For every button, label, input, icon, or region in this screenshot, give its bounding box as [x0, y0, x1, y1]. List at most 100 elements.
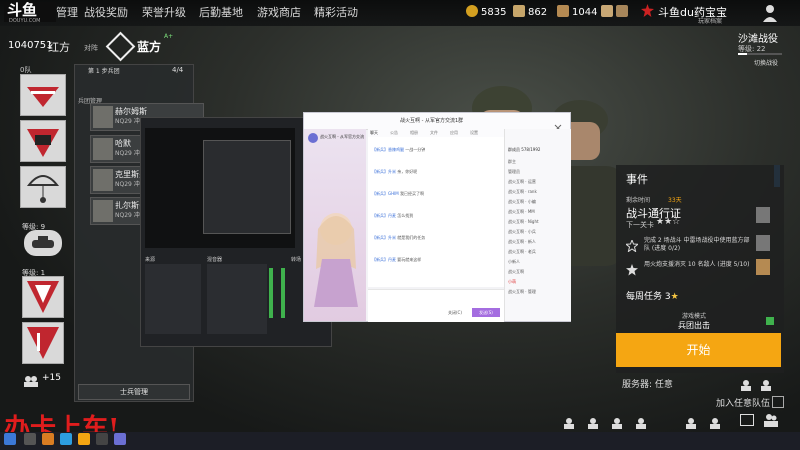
member-list[interactable]: 群成员 578/1992 群主 管理员 战火互啊 · 运营 战火互啊 · ran…: [504, 129, 571, 321]
player-profile-tag[interactable]: 玩家档案: [698, 16, 722, 25]
chat-title: 战火互啊 - 从军官方交流1群: [400, 118, 464, 124]
member-item[interactable]: 战火互啊 · Night: [508, 219, 539, 225]
squad-slot-4[interactable]: [22, 276, 64, 318]
chat-message: 【新兵】升米 就是我们的任务: [372, 235, 426, 240]
member-item[interactable]: 管理员: [508, 169, 520, 175]
obs-panel-mixer: 混音器: [207, 257, 223, 263]
taskbar-app-icon[interactable]: [42, 433, 54, 445]
task-text: 完成 2 场战斗 中雷场战役中使用蓝方部队 (进度 0/2): [644, 237, 750, 252]
member-item[interactable]: 战火互啊 · MM: [508, 209, 535, 215]
taskbar-app-icon[interactable]: [114, 433, 126, 445]
group-list-name[interactable]: 战火互啊 - 从军官方交流群: [320, 134, 364, 140]
obs-scenes-list[interactable]: [207, 264, 267, 334]
soldier-manage-button[interactable]: 士兵管理: [78, 384, 190, 400]
invite-friends-icon[interactable]: [740, 376, 780, 391]
nav-logistics-base[interactable]: 后勤基地: [199, 4, 243, 20]
close-chat-button[interactable]: 关闭(C): [448, 310, 462, 316]
game-mode-value[interactable]: 兵团出击: [678, 320, 710, 331]
member-item[interactable]: 战火互啊: [508, 269, 524, 275]
taskbar-app-icon[interactable]: [78, 433, 90, 445]
send-button[interactable]: 发送(S): [472, 308, 500, 317]
member-item[interactable]: 战火互啊 · 新人: [508, 239, 536, 245]
member-item[interactable]: 战火互啊 · 运营: [508, 179, 536, 185]
squad-slot-1[interactable]: [20, 74, 66, 116]
versus-label: 对阵: [84, 44, 98, 52]
chat-sidebar: 战火互啊 - 从军官方交流群: [304, 129, 366, 321]
chat-message: 【新兵】GHIM 我已经买了啊: [372, 191, 425, 196]
join-any-team-checkbox[interactable]: [772, 396, 784, 408]
squad-cards-icon[interactable]: [601, 5, 631, 19]
squad-slot-3[interactable]: [20, 166, 66, 208]
add-friend-icon[interactable]: [686, 414, 698, 429]
chat-window[interactable]: 战火互啊 - 从军官方交流1群 战火互啊 - 从军官方交流群 聊天 公告 相册 …: [303, 112, 571, 322]
squad-slot-2[interactable]: [20, 120, 66, 162]
member-item[interactable]: 战火互啊 · 小兵: [508, 229, 536, 235]
squad-slot-5[interactable]: [22, 322, 64, 364]
douyu-logo: 斗鱼 DOUYU.COM: [4, 2, 56, 24]
chat-message: 【新兵】丹麦 要玩就来这样: [372, 257, 422, 262]
coin-icon: [466, 5, 478, 17]
add-friend-icon[interactable]: [636, 414, 648, 429]
tab-files[interactable]: 文件: [430, 130, 438, 136]
member-item[interactable]: 战火互啊 · 管理: [508, 289, 536, 295]
start-button[interactable]: 开始: [616, 333, 781, 367]
task-reward-icon[interactable]: [756, 235, 770, 251]
member-item[interactable]: 战火互啊 · 老兵: [508, 249, 536, 255]
pass-reward-icon[interactable]: [756, 207, 770, 223]
chat-input[interactable]: 关闭(C) 发送(S): [368, 289, 504, 322]
tab-apps[interactable]: 应用: [450, 130, 458, 136]
chat-messages[interactable]: 【新兵】香辣鸡腿 一战一分钟 【新兵】升米 亲，你好呢 【新兵】GHIM 我已经…: [368, 137, 504, 287]
reinforcement-icon: [24, 372, 38, 387]
tab-chat[interactable]: 聊天: [370, 130, 378, 136]
team-blue-badge: A+: [164, 33, 174, 40]
start-menu-icon[interactable]: [4, 433, 16, 445]
obs-sources-list[interactable]: [145, 264, 201, 334]
mail-icon[interactable]: [740, 414, 754, 426]
member-item[interactable]: 战火互啊 · 小编: [508, 199, 536, 205]
close-icon[interactable]: [554, 117, 562, 132]
nav-game-store[interactable]: 游戏商店: [257, 4, 301, 20]
team-blue[interactable]: 蓝方: [137, 38, 161, 55]
taskbar-app-icon[interactable]: [96, 433, 108, 445]
tab-album[interactable]: 相册: [410, 130, 418, 136]
squad-count: 4/4: [172, 66, 184, 74]
member-item[interactable]: 小新人: [508, 259, 520, 265]
game-mode-label: 游戏模式: [682, 313, 707, 320]
taskbar-app-icon[interactable]: [60, 433, 72, 445]
audio-meter: [269, 268, 273, 318]
logo-subtext: DOUYU.COM: [9, 18, 41, 24]
nav-events[interactable]: 精彩活动: [314, 4, 358, 20]
add-friend-icon[interactable]: [710, 414, 722, 429]
mode-check-icon[interactable]: [766, 317, 774, 325]
switch-campaign-button[interactable]: 切换战役: [754, 58, 778, 67]
profile-avatar-icon[interactable]: [762, 4, 778, 22]
nav-honor-upgrade[interactable]: 荣誉升级: [142, 4, 186, 20]
event-time-value: 33天: [668, 197, 682, 204]
weekly-task-label[interactable]: 每周任务 3★: [626, 289, 679, 302]
member-item[interactable]: 群主: [508, 159, 516, 165]
soldier-portrait-icon: [93, 138, 113, 160]
task-reward-icon[interactable]: [756, 259, 770, 275]
server-label[interactable]: 服务器: 任意: [622, 377, 673, 390]
vehicle-slot[interactable]: [24, 230, 62, 256]
chat-tabs: 聊天 公告 相册 文件 应用 设置: [368, 129, 504, 137]
obs-panel-transitions: 转场: [291, 257, 302, 263]
reinforcement-count: +15: [42, 373, 61, 383]
add-friend-icon[interactable]: [588, 414, 600, 429]
tab-notice[interactable]: 公告: [390, 130, 398, 136]
tab-settings[interactable]: 设置: [470, 130, 478, 136]
squad-header: 第 1 步兵团: [88, 68, 120, 75]
nav-manage[interactable]: 管理: [56, 4, 78, 20]
event-time-label: 剩余时间: [626, 197, 651, 204]
friends-icon[interactable]: [764, 412, 778, 427]
taskbar-app-icon[interactable]: [24, 433, 36, 445]
add-friend-icon[interactable]: [564, 414, 576, 429]
chat-message: 【新兵】丹麦 怎么找到: [372, 213, 414, 218]
chat-titlebar: 战火互啊 - 从军官方交流1群: [304, 113, 570, 132]
team-red[interactable]: 红方: [48, 39, 70, 55]
room-id: 1040751: [8, 40, 53, 51]
nav-campaign-rewards[interactable]: 战役奖励: [84, 4, 128, 20]
member-item[interactable]: 小萌: [508, 279, 516, 285]
member-item[interactable]: 战火互啊 · rank: [508, 189, 537, 195]
add-friend-icon[interactable]: [612, 414, 624, 429]
